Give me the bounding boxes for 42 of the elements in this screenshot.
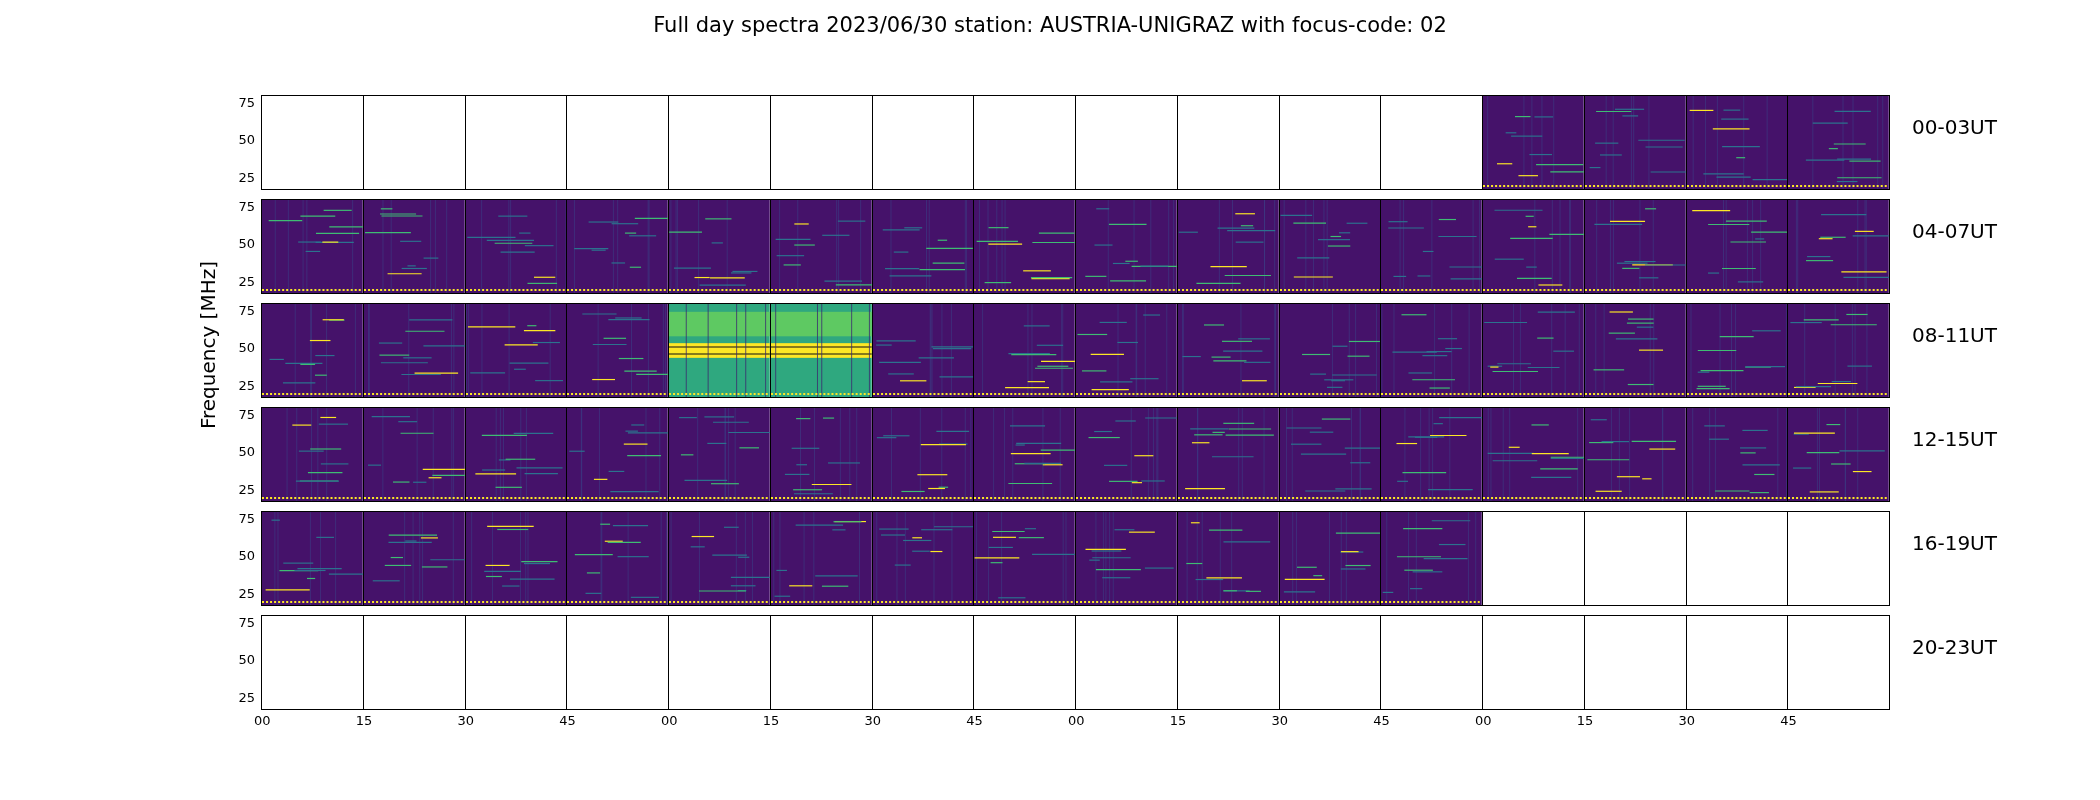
- time-range-label: 12-15UT: [1912, 429, 1997, 449]
- x-tick-label: 45: [966, 713, 984, 728]
- x-tick-label: 45: [1373, 713, 1391, 728]
- x-tick-label: 15: [762, 713, 781, 728]
- x-tick-label: 00: [661, 713, 679, 728]
- y-tick-label: 50: [238, 341, 255, 355]
- x-tick-label: 30: [1271, 713, 1290, 728]
- y-tick-label: 50: [238, 445, 255, 459]
- x-tick-label: 15: [1576, 713, 1595, 728]
- y-tick-label: 25: [238, 483, 255, 497]
- y-tick-label: 75: [238, 304, 255, 318]
- x-tick-label: 00: [1475, 713, 1493, 728]
- y-tick-label: 75: [238, 408, 255, 422]
- time-range-label: 16-19UT: [1912, 533, 1997, 553]
- x-tick-label: 15: [1169, 713, 1188, 728]
- y-tick-label: 50: [238, 133, 255, 147]
- time-range-label: 08-11UT: [1912, 325, 1997, 345]
- y-tick-label: 25: [238, 171, 255, 185]
- x-tick-label: 30: [1678, 713, 1697, 728]
- x-tick-label: 30: [457, 713, 476, 728]
- time-range-label: 00-03UT: [1912, 117, 1997, 137]
- x-tick-label: 30: [864, 713, 883, 728]
- y-tick-label: 75: [238, 200, 255, 214]
- y-tick-label: 25: [238, 691, 255, 705]
- y-tick-label: 75: [238, 512, 255, 526]
- y-tick-label: 75: [238, 96, 255, 110]
- y-tick-label: 25: [238, 587, 255, 601]
- y-tick-label: 25: [238, 379, 255, 393]
- chart-title: Full day spectra 2023/06/30 station: AUSTRIA-UNIGRAZ with focus-code: 02: [652, 12, 1448, 38]
- y-tick-label: 75: [238, 616, 255, 630]
- x-tick-label: 00: [1068, 713, 1086, 728]
- y-tick-label: 25: [238, 275, 255, 289]
- time-range-label: 04-07UT: [1912, 221, 1997, 241]
- x-tick-label: 15: [355, 713, 374, 728]
- y-axis-label: Frequency [MHz]: [196, 260, 220, 430]
- x-tick-label: 00: [254, 713, 272, 728]
- x-tick-label: 45: [1780, 713, 1798, 728]
- y-tick-label: 50: [238, 237, 255, 251]
- y-tick-label: 50: [238, 549, 255, 563]
- time-range-label: 20-23UT: [1912, 637, 1997, 657]
- y-tick-label: 50: [238, 653, 255, 667]
- x-tick-label: 45: [559, 713, 577, 728]
